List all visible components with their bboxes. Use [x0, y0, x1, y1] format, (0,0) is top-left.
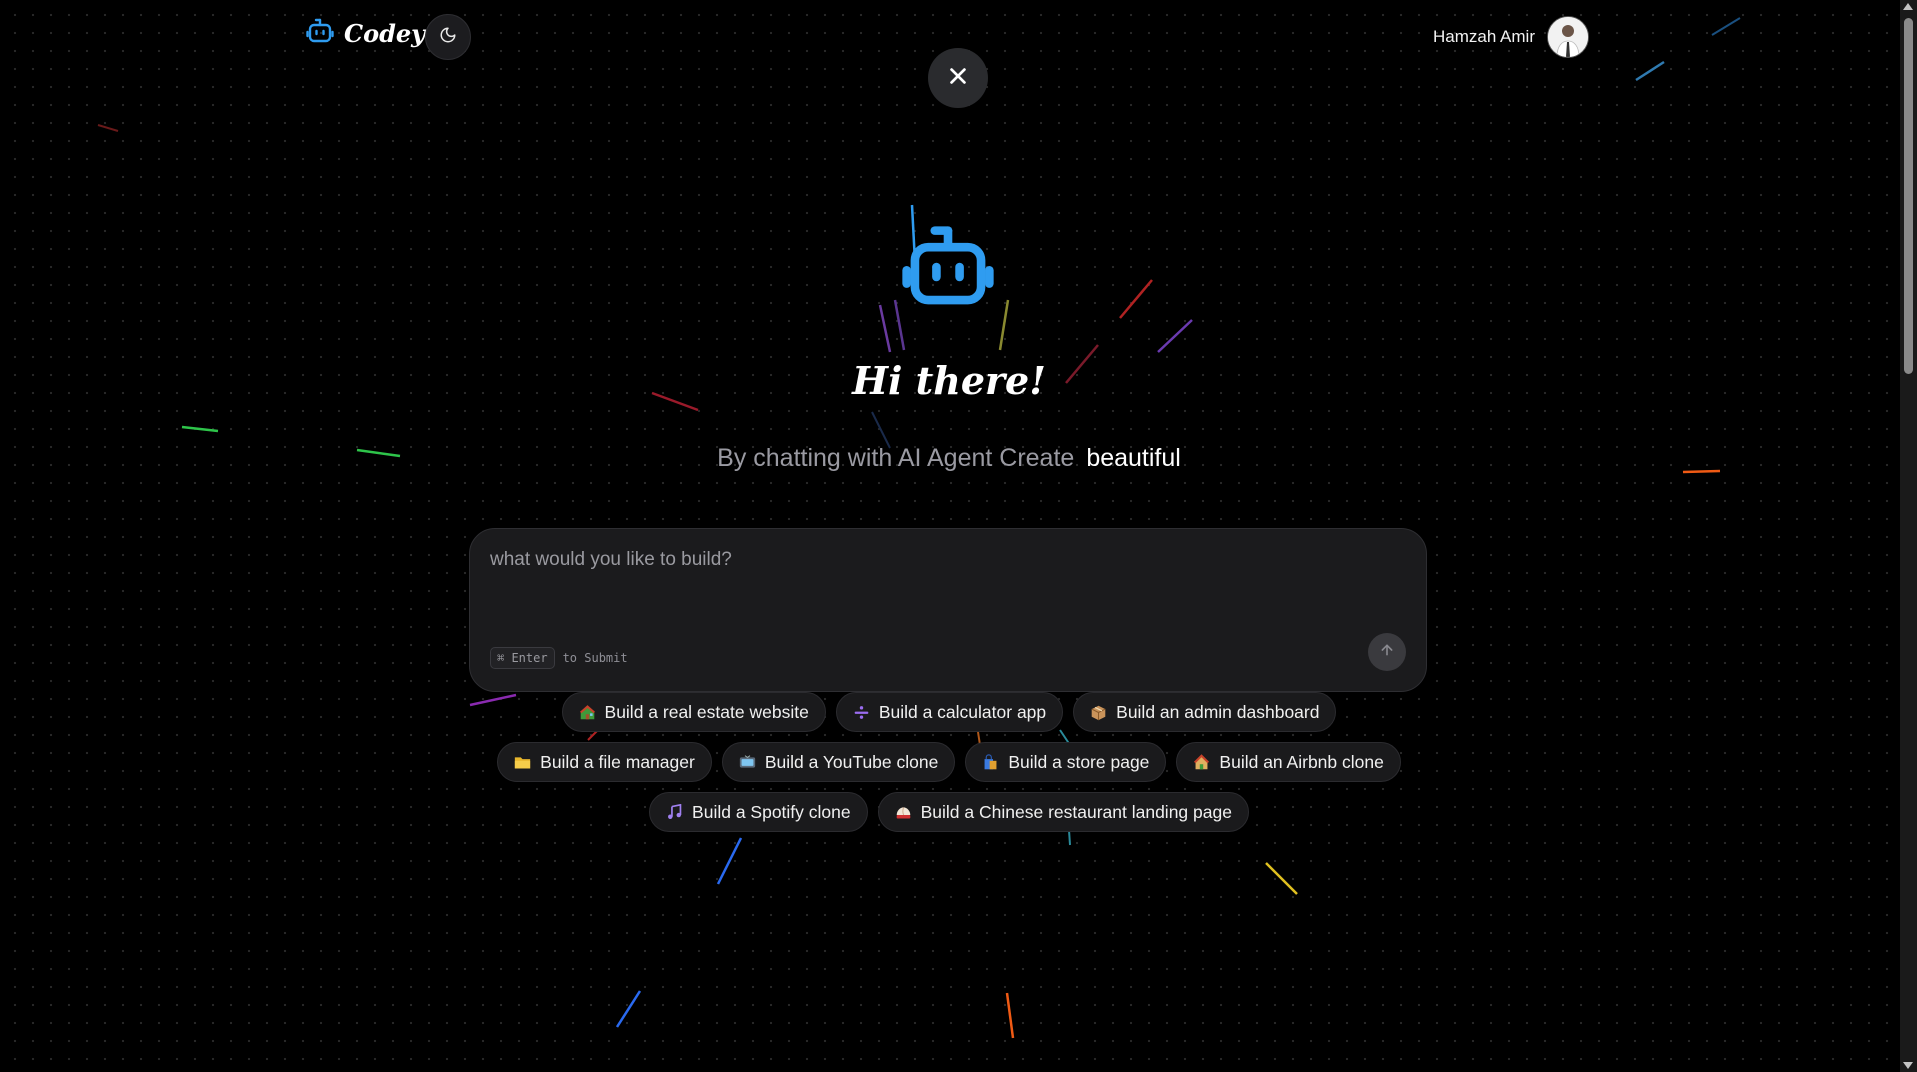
shopping-bag-icon: [982, 753, 999, 771]
shortcut-text: to Submit: [562, 651, 628, 665]
scroll-thumb[interactable]: [1904, 18, 1913, 374]
suggestions-row-3: Build a Spotify clone Build a Chinese re…: [0, 792, 1898, 832]
suggestion-real-estate[interactable]: Build a real estate website: [561, 692, 826, 732]
suggestion-calculator[interactable]: Build a calculator app: [835, 692, 1064, 732]
brand-logo[interactable]: Codey: [306, 18, 425, 49]
close-icon: [947, 65, 969, 92]
arrow-up-icon: [1379, 642, 1395, 663]
user-name: Hamzah Amir: [1432, 27, 1535, 46]
suggestion-label: Build a Spotify clone: [692, 801, 851, 822]
prompt-input[interactable]: [488, 547, 1392, 611]
suggestion-label: Build a file manager: [540, 751, 695, 772]
scroll-down-arrow[interactable]: [1903, 1062, 1913, 1069]
shortcut-key: ⌘ Enter: [490, 647, 555, 669]
suggestion-spotify-clone[interactable]: Build a Spotify clone: [649, 792, 868, 832]
suggestion-chinese-restaurant[interactable]: Build a Chinese restaurant landing page: [877, 792, 1249, 832]
prompt-box: ⌘ Enter to Submit: [469, 528, 1427, 692]
suggestion-label: Build a calculator app: [878, 701, 1047, 722]
suggestion-label: Build an Airbnb clone: [1219, 751, 1384, 772]
house-icon: [579, 704, 596, 721]
hero-subtitle-highlight: beautiful: [1086, 444, 1181, 472]
brand-name: Codey: [344, 19, 426, 48]
package-icon: [1090, 704, 1107, 721]
hero-title: Hi there!: [852, 358, 1046, 403]
suggestion-airbnb-clone[interactable]: Build an Airbnb clone: [1176, 742, 1401, 782]
folder-icon: [514, 754, 531, 771]
suggestion-label: Build a YouTube clone: [764, 751, 939, 772]
suggestion-label: Build a Chinese restaurant landing page: [920, 801, 1232, 822]
hero-subtitle-text: By chatting with AI Agent Create: [717, 444, 1075, 472]
user-menu[interactable]: Hamzah Amir: [1433, 16, 1589, 58]
suggestion-label: Build an admin dashboard: [1116, 701, 1320, 722]
suggestion-label: Build a real estate website: [604, 701, 809, 722]
suggestion-file-manager[interactable]: Build a file manager: [497, 742, 712, 782]
home-icon: [1193, 753, 1210, 771]
avatar[interactable]: [1547, 16, 1589, 58]
send-button[interactable]: [1368, 633, 1406, 671]
suggestions-row-2: Build a file manager Build a YouTube clo…: [0, 742, 1898, 782]
page-scrollbar[interactable]: [1900, 0, 1917, 1072]
scroll-up-arrow[interactable]: [1903, 3, 1913, 10]
submit-hint: ⌘ Enter to Submit: [490, 647, 628, 669]
hero-subtitle: By chatting with AI Agent Create beautifu…: [0, 444, 1898, 473]
moon-icon: [439, 26, 457, 49]
suggestion-admin-dashboard[interactable]: Build an admin dashboard: [1073, 692, 1337, 732]
music-note-icon: [666, 803, 683, 821]
dumpling-icon: [895, 804, 912, 821]
suggestions-row-1: Build a real estate website Build a calc…: [0, 692, 1898, 732]
robot-icon: [306, 18, 334, 49]
theme-toggle-button[interactable]: [425, 14, 471, 60]
suggestion-label: Build a store page: [1008, 751, 1150, 772]
suggestion-store-page[interactable]: Build a store page: [965, 742, 1167, 782]
suggestion-youtube-clone[interactable]: Build a YouTube clone: [721, 742, 956, 782]
tv-icon: [739, 754, 756, 771]
hero-robot-icon: [900, 224, 996, 315]
calculator-icon: [853, 704, 870, 721]
close-button[interactable]: [928, 48, 988, 108]
